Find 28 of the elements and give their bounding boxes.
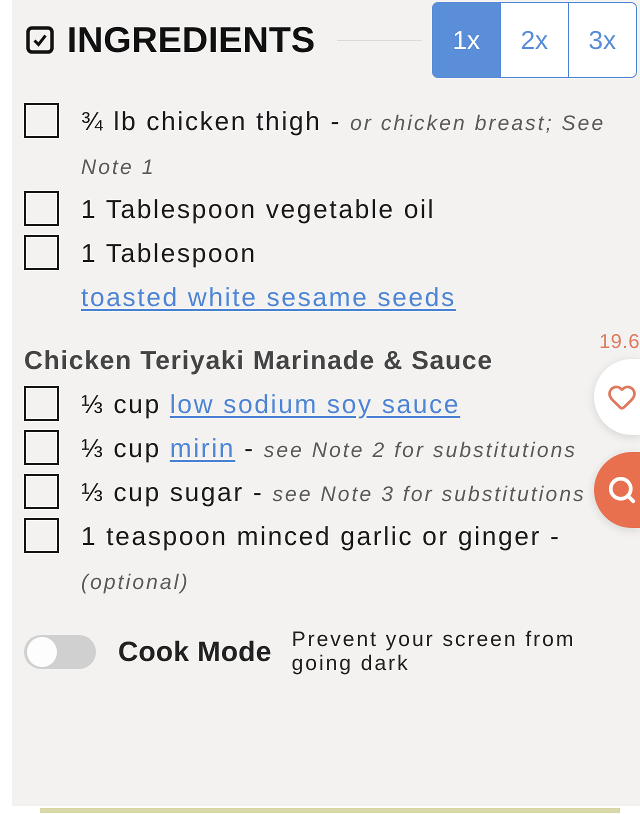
ingredient-text: 1 teaspoon minced garlic or ginger - (optional) <box>81 520 562 596</box>
ingredient-checkbox[interactable] <box>24 191 59 226</box>
checkbox-icon <box>26 26 54 54</box>
ingredient-checkbox[interactable] <box>24 430 59 465</box>
group-heading: Chicken Teriyaki Marinade & Sauce <box>24 344 493 377</box>
ingredient-checkbox[interactable] <box>24 235 59 270</box>
ingredient-link[interactable]: toasted white sesame seeds <box>81 282 456 312</box>
ingredient-text: ⅓ cup sugar - see Note 3 for substitutions <box>81 476 587 509</box>
ingredient-text: 1 Tablespoon toasted white sesame seeds <box>81 237 457 314</box>
ingredient-link[interactable]: low sodium soy sauce <box>170 389 460 419</box>
ingredient-text: 1 Tablespoon vegetable oil <box>81 193 436 226</box>
cook-mode-label: Cook Mode <box>118 636 272 668</box>
ingredient-link[interactable]: mirin <box>170 433 236 463</box>
favorite-button[interactable] <box>594 359 640 435</box>
favorite-count: 19.6 <box>599 331 640 354</box>
servings-multiplier-button[interactable]: 2x <box>500 2 570 78</box>
ingredient-text: ¾ lb chicken thigh - or chicken breast; See Note 1 <box>81 105 606 181</box>
search-icon <box>607 475 637 505</box>
servings-multiplier-button[interactable]: 1x <box>432 2 502 78</box>
ingredient-checkbox[interactable] <box>24 103 59 138</box>
section-title: INGREDIENTS <box>67 19 316 61</box>
ingredient-checkbox[interactable] <box>24 474 59 509</box>
search-button[interactable] <box>594 452 640 528</box>
servings-multiplier-button[interactable]: 3x <box>568 2 637 78</box>
ingredient-checkbox[interactable] <box>24 518 59 553</box>
cook-mode-description: Prevent your screen from going dark <box>292 628 576 676</box>
ingredient-checkbox[interactable] <box>24 386 59 421</box>
cook-mode-toggle[interactable] <box>24 635 96 669</box>
